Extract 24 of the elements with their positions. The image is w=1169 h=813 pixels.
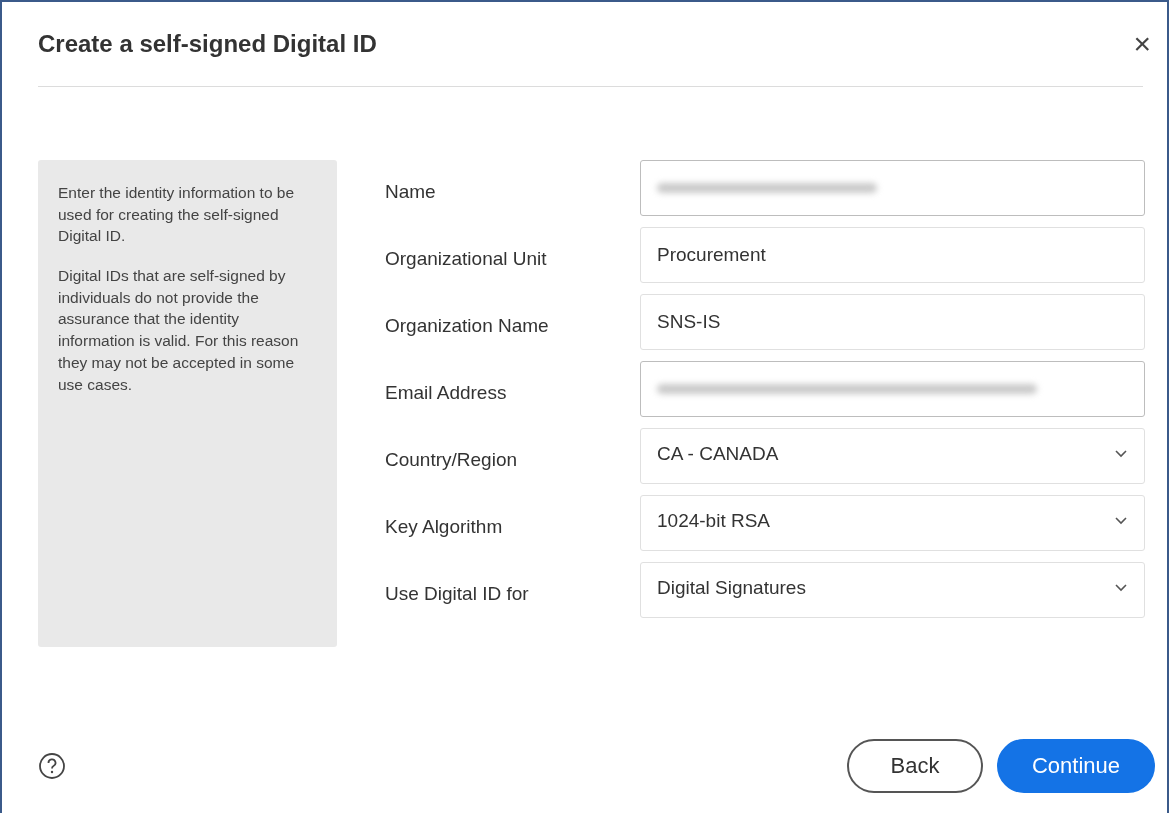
- chevron-down-icon: [1114, 583, 1128, 593]
- field-label: Use Digital ID for: [385, 582, 530, 605]
- chevron-down-icon: [1114, 516, 1128, 526]
- dropdown-field[interactable]: Digital Signatures: [640, 562, 1145, 618]
- field-label: Organization Name: [385, 314, 550, 337]
- input-field[interactable]: [640, 160, 1145, 216]
- field-label: Email Address: [385, 381, 508, 404]
- info-text: Enter the identity information to be used for creating the self-signed Digital ID.: [58, 183, 296, 247]
- continue-button[interactable]: Continue: [997, 738, 1155, 793]
- input-field[interactable]: SNS-IS: [640, 294, 1145, 350]
- chevron-down-icon: [1114, 449, 1128, 459]
- field-label: Key Algorithm: [385, 515, 504, 538]
- field-label: Country/Region: [385, 448, 519, 471]
- close-button[interactable]: ×: [1133, 27, 1151, 61]
- field-label: Name: [385, 180, 437, 203]
- info-text: Digital IDs that are self-signed by individuals do not provide the assurance that the identity information is valid. For this reason they may not be accepted in some use cases.: [58, 266, 300, 395]
- dropdown-field[interactable]: CA - CANADA: [640, 428, 1145, 484]
- field-label: Organizational Unit: [385, 247, 548, 270]
- back-button[interactable]: Back: [847, 738, 983, 793]
- input-field[interactable]: [640, 361, 1145, 417]
- dialog-title: Create a self-signed Digital ID: [38, 30, 377, 58]
- help-icon[interactable]: [38, 751, 66, 780]
- input-field[interactable]: Procurement: [640, 227, 1145, 283]
- dropdown-field[interactable]: 1024-bit RSA: [640, 495, 1145, 551]
